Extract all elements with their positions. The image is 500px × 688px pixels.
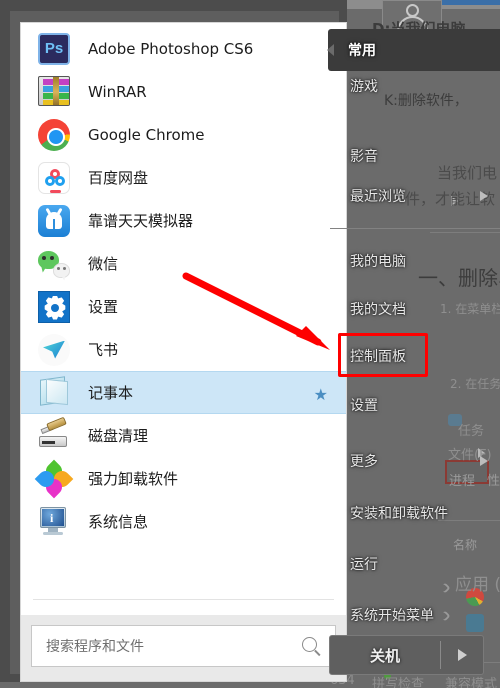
- program-icon-wrap: [38, 375, 70, 409]
- start-menu-right-pane: 关机 常用 游戏 影音 最近浏览 我的电脑 我的文档 控制面板 设置 更多 安装和卸载软件 运行 系统…: [327, 0, 500, 688]
- program-icon-wrap: [38, 161, 70, 194]
- right-panel-divider: [330, 228, 500, 229]
- screenshot-root: D:当我们电脑才能让软件彻K:删除软件，当我们电件，才能让软一、删除、1. 在菜…: [0, 0, 500, 688]
- program-icon-wrap: [38, 118, 70, 151]
- program-label: 微信: [88, 255, 119, 273]
- search-input[interactable]: 搜索程序和文件: [31, 625, 336, 667]
- program-item-7[interactable]: 设置: [21, 285, 346, 328]
- submenu-arrow-icon[interactable]: [480, 456, 488, 466]
- shutdown-button[interactable]: 关机: [329, 635, 484, 675]
- list-divider: [33, 599, 334, 600]
- right-panel-item-11[interactable]: 运行: [330, 553, 500, 575]
- right-panel-item-5[interactable]: 我的电脑: [330, 250, 500, 272]
- right-panel-label: 安装和卸载软件: [350, 506, 448, 522]
- program-label: 系统信息: [88, 513, 149, 531]
- right-panel-label: 最近浏览: [350, 189, 406, 205]
- wechat-icon: [38, 248, 70, 280]
- shutdown-options-button[interactable]: [441, 649, 483, 661]
- right-panel-label: 常用: [348, 43, 376, 59]
- right-panel-label: 设置: [350, 398, 378, 414]
- emulator-icon: [38, 204, 70, 237]
- active-pointer-icon: [327, 44, 334, 56]
- right-panel-item-9[interactable]: 更多: [330, 450, 500, 472]
- program-label: 飞书: [88, 341, 119, 359]
- right-panel-label: 系统开始菜单: [350, 608, 434, 624]
- right-panel-label: 我的文档: [350, 302, 406, 318]
- program-item-8[interactable]: 飞书: [21, 328, 346, 371]
- right-panel-label: 影音: [350, 149, 378, 165]
- right-panel-item-3[interactable]: 影音: [330, 145, 500, 167]
- right-panel-label: 运行: [350, 557, 378, 573]
- program-item-12[interactable]: i 系统信息: [21, 500, 346, 543]
- program-item-5[interactable]: 靠谱天天模拟器: [21, 199, 346, 242]
- program-icon-wrap: [38, 248, 70, 280]
- program-icon-wrap: Ps: [38, 32, 70, 65]
- program-label: 百度网盘: [88, 169, 149, 187]
- program-icon-wrap: [38, 333, 70, 366]
- program-label: Adobe Photoshop CS6: [88, 39, 254, 58]
- winrar-icon: [38, 75, 70, 106]
- program-label: 记事本: [88, 384, 134, 402]
- program-list: Ps Adobe Photoshop CS6 WinRAR Google Chrome…: [21, 27, 346, 543]
- program-label: Google Chrome: [88, 125, 205, 144]
- disk-cleanup-icon: [38, 416, 70, 450]
- pin-star-icon[interactable]: ★: [314, 385, 328, 405]
- program-item-4[interactable]: 百度网盘: [21, 156, 346, 199]
- program-item-3[interactable]: Google Chrome: [21, 113, 346, 156]
- program-item-10[interactable]: 磁盘清理: [21, 414, 346, 457]
- right-panel-label: 我的电脑: [350, 254, 406, 270]
- search-area: 搜索程序和文件: [21, 615, 346, 681]
- baidu-netdisk-icon: [38, 161, 70, 194]
- chevron-right-icon: [457, 649, 467, 661]
- program-item-9[interactable]: 记事本 ★: [21, 371, 346, 414]
- program-icon-wrap: i: [38, 506, 70, 538]
- right-panel-item-6[interactable]: 我的文档: [330, 298, 500, 320]
- submenu-arrow-icon[interactable]: [480, 191, 488, 201]
- settings-gear-icon: [38, 290, 70, 323]
- photoshop-icon: Ps: [38, 32, 70, 65]
- program-item-2[interactable]: WinRAR: [21, 70, 346, 113]
- right-panel-item-8[interactable]: 设置: [330, 394, 500, 416]
- right-panel-label: 更多: [350, 454, 378, 470]
- shutdown-label: 关机: [369, 646, 400, 665]
- right-panel-label: 游戏: [350, 79, 378, 95]
- right-panel-item-4[interactable]: 最近浏览: [330, 185, 500, 207]
- program-icon-wrap: [38, 416, 70, 452]
- annotation-highlight-box: [338, 333, 428, 377]
- program-label: 磁盘清理: [88, 427, 149, 445]
- program-icon-wrap: [38, 290, 70, 323]
- program-icon-wrap: [38, 204, 70, 237]
- start-menu: Ps Adobe Photoshop CS6 WinRAR Google Chrome…: [0, 0, 347, 682]
- uninstaller-icon: [34, 459, 74, 498]
- right-panel-item-1[interactable]: 常用: [327, 29, 500, 71]
- start-menu-left-pane: Ps Adobe Photoshop CS6 WinRAR Google Chrome…: [20, 22, 347, 682]
- program-item-11[interactable]: 强力卸载软件: [21, 457, 346, 500]
- program-label: 设置: [88, 298, 119, 316]
- right-panel-item-10[interactable]: 安装和卸载软件: [330, 502, 500, 524]
- program-icon-wrap: [38, 75, 70, 108]
- program-item-1[interactable]: Ps Adobe Photoshop CS6: [21, 27, 346, 70]
- program-label: 强力卸载软件: [88, 470, 179, 488]
- search-icon[interactable]: [302, 637, 317, 652]
- right-panel-item-2[interactable]: 游戏: [330, 75, 500, 97]
- right-panel-item-12[interactable]: 系统开始菜单: [330, 604, 500, 626]
- program-label: 靠谱天天模拟器: [88, 212, 194, 230]
- feishu-icon: [38, 333, 70, 366]
- notepad-icon: [38, 375, 70, 407]
- program-item-6[interactable]: 微信: [21, 242, 346, 285]
- program-label: WinRAR: [88, 82, 147, 101]
- program-icon-wrap: [34, 459, 74, 498]
- chrome-icon: [38, 118, 70, 151]
- system-info-icon: i: [38, 506, 70, 536]
- search-placeholder: 搜索程序和文件: [46, 639, 144, 655]
